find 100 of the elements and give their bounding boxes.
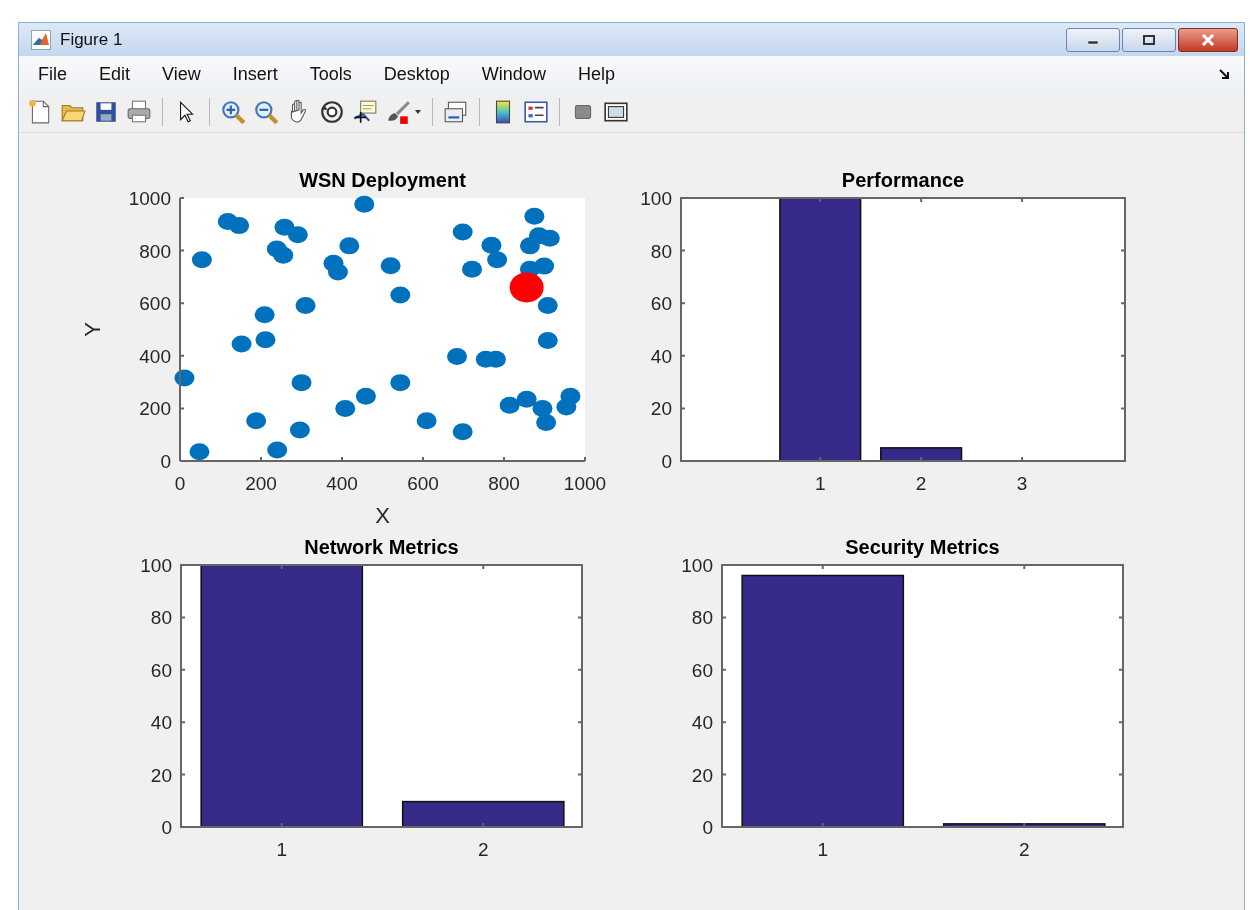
tick-label: 40 bbox=[691, 712, 713, 734]
data-cursor-icon[interactable] bbox=[352, 99, 378, 125]
maximize-button[interactable] bbox=[1122, 27, 1176, 52]
sink-point bbox=[509, 272, 544, 303]
tick-label: 40 bbox=[650, 345, 672, 367]
data-point bbox=[380, 257, 401, 275]
tick-label: 80 bbox=[150, 607, 172, 629]
tick-label: 0 bbox=[661, 451, 672, 472]
tick-label: 800 bbox=[139, 240, 171, 262]
chart-title: Security Metrics bbox=[845, 536, 1000, 558]
close-icon bbox=[1200, 33, 1216, 46]
tick-label: 80 bbox=[691, 607, 713, 629]
menu-item[interactable]: Help bbox=[560, 63, 630, 85]
data-point bbox=[255, 331, 276, 349]
tick-label: 20 bbox=[691, 764, 713, 786]
data-point bbox=[335, 399, 356, 417]
dock-arrow-icon[interactable] bbox=[1218, 68, 1230, 80]
data-point bbox=[229, 217, 250, 235]
data-point bbox=[537, 297, 558, 315]
maximize-icon bbox=[1142, 33, 1156, 46]
close-button[interactable] bbox=[1178, 27, 1238, 52]
tick-label: 60 bbox=[691, 659, 713, 681]
data-point bbox=[174, 369, 195, 387]
menu-item[interactable]: View bbox=[145, 63, 216, 85]
tick-label: 1 bbox=[276, 839, 288, 860]
data-point bbox=[487, 251, 508, 269]
chart-title: WSN Deployment bbox=[299, 169, 466, 191]
data-point bbox=[534, 257, 555, 275]
tick-label: 1 bbox=[817, 839, 829, 860]
data-point bbox=[273, 246, 294, 264]
tick-label: 80 bbox=[650, 240, 672, 262]
data-point bbox=[516, 390, 537, 408]
data-point bbox=[287, 226, 308, 244]
linked-plot-icon[interactable] bbox=[443, 99, 469, 125]
chart-title: Network Metrics bbox=[304, 536, 459, 558]
tick-label: 400 bbox=[326, 473, 358, 494]
data-point bbox=[452, 423, 473, 441]
tick-label: 3 bbox=[1016, 473, 1028, 494]
tick-label: 200 bbox=[139, 398, 171, 420]
data-point bbox=[295, 297, 316, 315]
tick-label: 40 bbox=[150, 712, 172, 734]
x-axis-label: X bbox=[375, 503, 390, 528]
tick-label: 100 bbox=[640, 188, 672, 209]
data-point bbox=[524, 207, 545, 225]
data-point bbox=[499, 396, 520, 414]
tick-label: 0 bbox=[160, 451, 171, 472]
zoom-out-icon[interactable] bbox=[253, 99, 279, 125]
data-point bbox=[390, 286, 411, 304]
data-point bbox=[539, 229, 560, 247]
tick-label: 100 bbox=[140, 555, 172, 576]
zoom-in-icon[interactable] bbox=[220, 99, 246, 125]
data-point bbox=[191, 251, 212, 269]
tick-label: 400 bbox=[139, 345, 171, 367]
data-point bbox=[560, 387, 581, 405]
legend-icon[interactable] bbox=[523, 99, 549, 125]
y-axis-label: Y bbox=[80, 322, 105, 337]
data-point bbox=[327, 263, 348, 281]
menu-item[interactable]: File bbox=[21, 63, 82, 85]
tick-label: 60 bbox=[650, 293, 672, 315]
menu-item[interactable]: Desktop bbox=[366, 63, 465, 85]
tick-label: 2 bbox=[915, 473, 927, 494]
data-point bbox=[537, 332, 558, 350]
tick-label: 1 bbox=[814, 473, 826, 494]
data-point bbox=[254, 306, 275, 324]
data-point bbox=[536, 414, 557, 432]
brush-icon[interactable] bbox=[385, 99, 411, 125]
tick-label: 20 bbox=[150, 764, 172, 786]
data-point bbox=[354, 195, 375, 213]
data-point bbox=[291, 374, 312, 392]
chart-title: Performance bbox=[841, 169, 965, 191]
tick-label: 800 bbox=[488, 473, 520, 494]
data-point bbox=[355, 387, 376, 405]
app-icon bbox=[31, 29, 51, 50]
data-point bbox=[189, 443, 210, 461]
menu-item[interactable]: Insert bbox=[215, 63, 293, 85]
tick-label: 600 bbox=[407, 473, 439, 494]
menu-item[interactable]: Window bbox=[464, 63, 561, 85]
data-point bbox=[339, 237, 360, 255]
save-icon[interactable] bbox=[93, 99, 119, 125]
tick-label: 1000 bbox=[128, 188, 171, 209]
tick-label: 60 bbox=[150, 659, 172, 681]
tick-label: 0 bbox=[174, 473, 186, 494]
menu-item[interactable]: Tools bbox=[292, 63, 367, 85]
print-icon[interactable] bbox=[126, 99, 152, 125]
tick-label: 100 bbox=[681, 555, 713, 576]
rotate-icon[interactable] bbox=[319, 99, 345, 125]
caret-icon[interactable] bbox=[414, 108, 422, 116]
menu-item[interactable]: Edit bbox=[82, 63, 146, 85]
data-point bbox=[447, 348, 467, 366]
tick-label: 0 bbox=[161, 817, 172, 838]
data-point bbox=[462, 260, 482, 278]
tick-label: 200 bbox=[245, 473, 277, 494]
data-point bbox=[246, 412, 267, 430]
data-point bbox=[267, 441, 288, 459]
data-point bbox=[416, 412, 437, 430]
data-point bbox=[231, 335, 252, 353]
data-point bbox=[390, 374, 411, 392]
data-point bbox=[452, 223, 473, 241]
data-point bbox=[481, 236, 502, 254]
tick-label: 2 bbox=[477, 839, 489, 860]
